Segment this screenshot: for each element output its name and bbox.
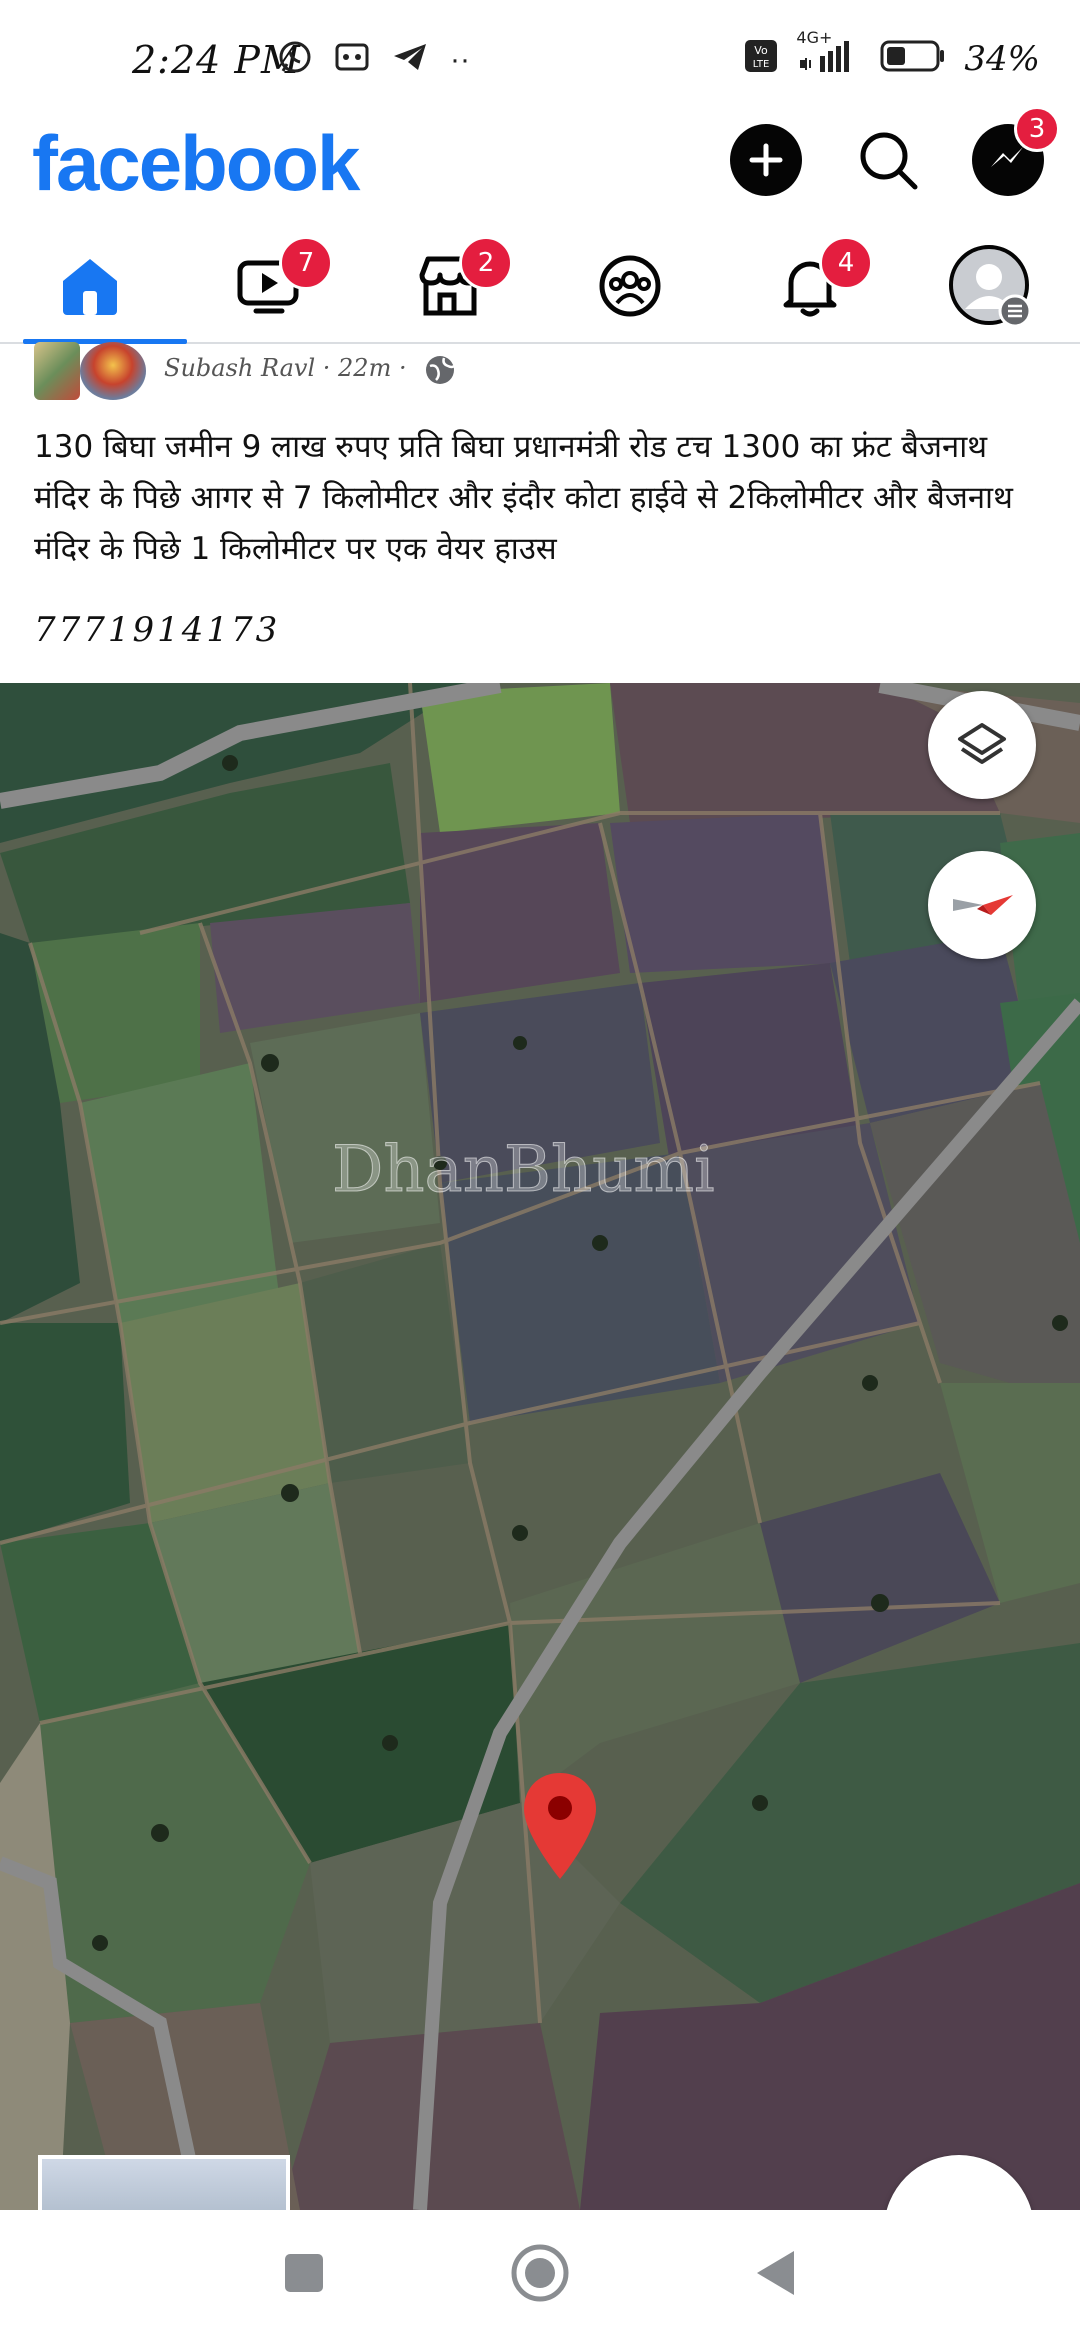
- voicemail-icon: [334, 42, 370, 77]
- back-triangle-icon: [757, 2250, 795, 2295]
- home-circle-icon: [511, 2244, 569, 2301]
- battery-icon: [880, 39, 946, 78]
- author-name[interactable]: Subash Ravl: [164, 354, 315, 382]
- tab-groups[interactable]: [555, 230, 705, 342]
- map-layers-button[interactable]: [928, 691, 1036, 799]
- status-time: 2:24 PM: [132, 38, 301, 82]
- plus-icon: [749, 143, 783, 177]
- main-tab-bar: 7 2 4: [0, 230, 1080, 344]
- map-thumbnail[interactable]: [38, 2155, 290, 2210]
- tab-home[interactable]: [15, 230, 187, 344]
- signal-icon: 4G+: [796, 28, 862, 79]
- whatsapp-icon: [278, 40, 312, 79]
- page-avatar[interactable]: [34, 342, 80, 400]
- svg-text:LTE: LTE: [753, 59, 770, 70]
- app-header: facebook 3: [0, 106, 1080, 220]
- post-header: Subash Ravl · 22m ·: [0, 342, 1080, 400]
- telegram-icon: [392, 42, 428, 77]
- layers-icon: [958, 723, 1006, 764]
- profile-avatar-icon: [949, 245, 1032, 328]
- post-phone-number[interactable]: 7771914173: [34, 610, 280, 650]
- svg-text:Vo: Vo: [755, 44, 769, 57]
- video-badge: 7: [279, 236, 333, 290]
- tab-video[interactable]: 7: [195, 230, 345, 342]
- location-pin-icon: [522, 1771, 598, 1886]
- post-author-line: Subash Ravl · 22m ·: [164, 354, 407, 382]
- search-button[interactable]: [852, 124, 924, 196]
- tab-profile-menu[interactable]: [915, 230, 1065, 342]
- messenger-button[interactable]: 3: [972, 106, 1060, 196]
- map-compass-button[interactable]: [928, 851, 1036, 959]
- author-avatar[interactable]: [80, 342, 146, 400]
- post-body-text: 130 बिघा जमीन 9 लाख रुपए प्रति बिघा प्रध…: [34, 429, 1013, 567]
- volte-icon: Vo LTE: [744, 39, 778, 78]
- create-post-button[interactable]: [730, 124, 802, 196]
- battery-percent: 34%: [964, 38, 1040, 79]
- back-button[interactable]: [754, 2248, 798, 2303]
- status-left-icons: ··: [278, 40, 470, 79]
- home-button[interactable]: [509, 2242, 571, 2309]
- compass-icon: [953, 895, 1013, 915]
- facebook-logo: facebook: [32, 119, 360, 207]
- post-time[interactable]: 22m: [338, 354, 391, 382]
- post-map-image[interactable]: DhanBhumi: [0, 683, 1080, 2210]
- status-right-icons: Vo LTE 4G+ 34%: [744, 28, 1040, 79]
- search-icon: [860, 132, 918, 190]
- status-bar: 2:24 PM ·· Vo LTE 4G+ 34%: [0, 0, 1080, 110]
- tab-notifications[interactable]: 4: [735, 230, 885, 342]
- system-navigation-bar: [0, 2210, 1080, 2340]
- messenger-badge: 3: [1014, 106, 1060, 152]
- more-notifications-icon: ··: [450, 42, 470, 76]
- satellite-fields: [0, 683, 1080, 2210]
- home-icon: [63, 259, 117, 315]
- tab-marketplace[interactable]: 2: [375, 230, 525, 342]
- square-icon: [284, 2253, 323, 2292]
- map-watermark: DhanBhumi: [332, 1133, 716, 1208]
- notifications-badge: 4: [819, 236, 873, 290]
- groups-icon: [599, 255, 661, 317]
- marketplace-badge: 2: [459, 236, 513, 290]
- recents-button[interactable]: [282, 2251, 326, 2300]
- public-globe-icon: [424, 354, 456, 391]
